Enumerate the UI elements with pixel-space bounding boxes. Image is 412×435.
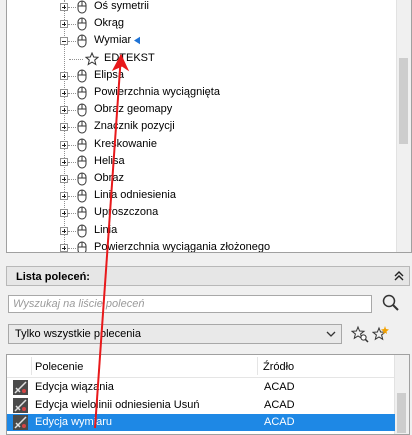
tree-item-label: Obraz geomapy bbox=[94, 103, 173, 116]
customization-tree[interactable]: Oś symetrii Okrąg Wymiar EDTEKST Elipsa Powie… bbox=[6, 0, 412, 253]
tree-item-label: Powierzchnia wyciągnięta bbox=[94, 86, 220, 98]
star-icon bbox=[85, 51, 99, 66]
command-source: ACAD bbox=[264, 398, 295, 411]
expand-icon[interactable] bbox=[60, 123, 68, 132]
mouse-icon bbox=[77, 0, 87, 14]
tree-item[interactable]: Oś symetrii bbox=[7, 0, 397, 15]
expand-icon[interactable] bbox=[60, 175, 68, 183]
command-search-input[interactable] bbox=[8, 295, 372, 313]
mouse-icon bbox=[77, 103, 87, 117]
tree-item-label: Znacznik pozycji bbox=[94, 120, 175, 133]
expand-icon[interactable] bbox=[60, 106, 68, 115]
list-scrollbar-thumb[interactable] bbox=[397, 393, 406, 433]
expand-icon[interactable] bbox=[60, 226, 68, 235]
tree-item-label: Powierzchnia wyciągania złożonego bbox=[94, 240, 271, 253]
tree-item-label: Uproszczona bbox=[94, 206, 159, 219]
tree-item[interactable]: EDTEKST bbox=[7, 51, 397, 67]
mouse-icon bbox=[77, 34, 87, 48]
mouse-icon bbox=[77, 224, 87, 238]
dimension-edit-icon bbox=[13, 415, 28, 430]
tree-item[interactable]: Obraz geomapy bbox=[7, 102, 397, 118]
tree-item[interactable]: Uproszczona bbox=[7, 205, 397, 221]
tree-item-label: Linia bbox=[94, 223, 118, 236]
mouse-icon bbox=[77, 189, 87, 203]
expand-icon[interactable] bbox=[60, 71, 68, 80]
find-star-icon[interactable] bbox=[351, 325, 369, 343]
command-row[interactable]: Edycja wymiaru ACAD bbox=[7, 414, 395, 431]
command-row[interactable]: Edycja wielolinii odniesienia Usuń ACAD bbox=[7, 397, 395, 414]
tree-item[interactable]: Linia bbox=[7, 223, 397, 239]
mouse-icon bbox=[77, 172, 87, 186]
tree-item-label: Okrąg bbox=[94, 17, 124, 30]
expand-icon[interactable] bbox=[60, 243, 68, 252]
expand-icon[interactable] bbox=[60, 140, 68, 149]
tree-item-label: Obraz bbox=[94, 172, 124, 184]
expand-icon[interactable] bbox=[60, 192, 68, 201]
tree-item[interactable]: Linia odniesienia bbox=[7, 188, 397, 204]
tree-item[interactable]: Znacznik pozycji bbox=[7, 119, 397, 135]
mouse-icon bbox=[77, 86, 87, 100]
chevron-down-icon bbox=[326, 331, 336, 337]
tree-item[interactable]: Obraz bbox=[7, 171, 397, 187]
column-header-command[interactable]: Polecenie bbox=[35, 361, 83, 373]
column-headers: Polecenie Źródło bbox=[7, 355, 395, 378]
mouse-icon bbox=[77, 206, 87, 220]
command-filter-dropdown[interactable]: Tylko wszystkie polecenia bbox=[8, 324, 342, 344]
command-name: Edycja wymiaru bbox=[35, 416, 113, 428]
mouse-icon bbox=[77, 155, 87, 169]
list-scrollbar[interactable] bbox=[394, 355, 409, 434]
tree-item[interactable]: Wymiar bbox=[7, 33, 397, 49]
command-source: ACAD bbox=[264, 416, 295, 428]
command-list-header: Lista poleceń: bbox=[6, 266, 410, 286]
tree-item[interactable]: Kreskowanie bbox=[7, 137, 397, 153]
expand-icon[interactable] bbox=[60, 209, 68, 218]
tree-item[interactable]: Okrąg bbox=[7, 16, 397, 32]
collapse-icon[interactable] bbox=[393, 270, 405, 282]
tree-item[interactable]: Powierzchnia wyciągania złożonego bbox=[7, 240, 397, 253]
mouse-icon bbox=[77, 17, 87, 31]
column-separator bbox=[31, 357, 32, 375]
column-header-source[interactable]: Źródło bbox=[263, 361, 294, 373]
tree-item-label: Elipsa bbox=[94, 68, 124, 81]
new-command-star-icon[interactable] bbox=[372, 325, 390, 343]
tree-scrollbar-thumb[interactable] bbox=[399, 58, 408, 144]
search-icon[interactable] bbox=[381, 293, 401, 313]
command-list-title: Lista poleceń: bbox=[16, 271, 90, 283]
expand-icon[interactable] bbox=[60, 20, 68, 29]
tree-scrollbar[interactable] bbox=[396, 0, 411, 252]
tree-item[interactable]: Powierzchnia wyciągnięta bbox=[7, 85, 397, 101]
command-source: ACAD bbox=[264, 381, 295, 393]
collapse-node-icon[interactable] bbox=[60, 37, 68, 46]
tree-item-label: Helisa bbox=[94, 154, 125, 167]
mouse-icon bbox=[77, 69, 87, 83]
tree-item[interactable]: Elipsa bbox=[7, 68, 397, 84]
current-item-marker-icon bbox=[134, 37, 140, 45]
expand-icon[interactable] bbox=[60, 89, 68, 97]
column-separator bbox=[257, 357, 258, 375]
command-list-table[interactable]: Polecenie Źródło Edycja wiązania ACAD Edyc… bbox=[6, 354, 410, 435]
multileader-remove-icon bbox=[13, 397, 28, 413]
tree-item[interactable]: Helisa bbox=[7, 154, 397, 170]
tree-item-label: Wymiar bbox=[94, 34, 132, 47]
tree-item-label: Kreskowanie bbox=[94, 137, 157, 150]
command-name: Edycja wiązania bbox=[35, 381, 114, 393]
constraint-edit-icon bbox=[13, 380, 28, 395]
tree-item-label: Oś symetrii bbox=[94, 0, 149, 12]
tree-connector bbox=[69, 58, 83, 60]
mouse-icon bbox=[77, 120, 87, 134]
expand-icon[interactable] bbox=[60, 157, 68, 166]
mouse-icon bbox=[77, 241, 87, 252]
tree-item-label: Linia odniesienia bbox=[94, 189, 176, 202]
command-name: Edycja wielolinii odniesienia Usuń bbox=[35, 398, 200, 411]
command-row[interactable]: Edycja wiązania ACAD bbox=[7, 379, 395, 396]
mouse-icon bbox=[77, 138, 87, 152]
tree-item-label: EDTEKST bbox=[104, 51, 155, 64]
expand-icon[interactable] bbox=[60, 3, 68, 11]
command-filter-value: Tylko wszystkie polecenia bbox=[15, 328, 141, 340]
